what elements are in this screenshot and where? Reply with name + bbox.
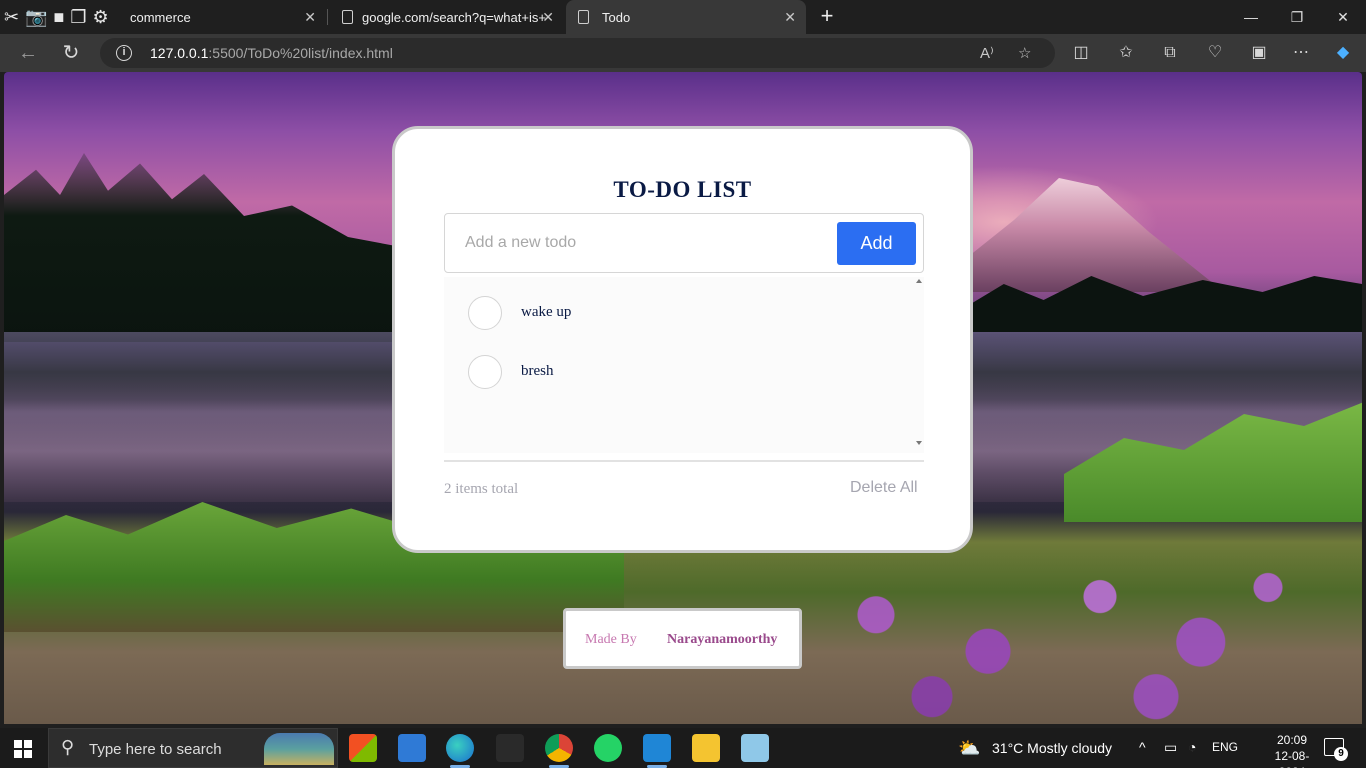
todo-input[interactable] xyxy=(446,215,831,271)
list-item[interactable]: wake up xyxy=(444,293,904,333)
camera-icon[interactable]: 📷 xyxy=(25,8,47,26)
notepad-icon[interactable] xyxy=(741,734,769,762)
tab-title: Todo xyxy=(602,9,631,25)
chrome-icon[interactable] xyxy=(545,734,573,768)
favorite-star-icon[interactable]: ☆ xyxy=(1018,44,1031,62)
tab-google-search[interactable]: google.com/search?q=what+is+ ✕ xyxy=(330,0,564,34)
close-tab-icon[interactable]: ✕ xyxy=(784,9,796,26)
weather-icon[interactable]: ⛅ xyxy=(958,738,980,759)
weather-text[interactable]: 31°C Mostly cloudy xyxy=(992,740,1112,756)
address-bar[interactable]: i 127.0.0.1:5500/ToDo%20list/index.html … xyxy=(100,38,1055,68)
page-icon xyxy=(578,10,589,24)
taskbar-search-placeholder: Type here to search xyxy=(89,741,222,758)
minimized-app-icon[interactable] xyxy=(496,734,524,762)
taskbar-search[interactable]: ⚲ Type here to search xyxy=(48,728,338,768)
copilot-icon[interactable]: ◆ xyxy=(1332,42,1354,64)
wifi-icon[interactable]: ◔ xyxy=(1188,739,1196,755)
complete-checkbox[interactable] xyxy=(468,296,502,330)
gear-icon[interactable]: ⚙ xyxy=(93,8,109,26)
search-icon: ⚲ xyxy=(61,737,75,757)
browser-tab-strip: ✂ 📷 ■ ❐ ⚙ commerce ✕ google.com/search?q… xyxy=(0,0,1366,34)
refresh-icon[interactable]: ↻ xyxy=(58,40,84,66)
file-explorer-icon[interactable] xyxy=(692,734,720,762)
background-trees xyxy=(4,153,404,342)
url-host: 127.0.0.1 xyxy=(150,45,209,61)
background-flowers xyxy=(764,542,1324,724)
tab-separator xyxy=(327,9,328,25)
divider xyxy=(444,460,924,462)
todo-item-text: bresh xyxy=(521,363,554,379)
close-tab-icon[interactable]: ✕ xyxy=(542,9,554,26)
add-button[interactable]: Add xyxy=(837,222,916,265)
todo-item-text: wake up xyxy=(521,304,572,320)
todo-input-group: Add xyxy=(444,213,924,273)
made-by-label: Made By xyxy=(585,632,637,647)
url-path: :5500/ToDo%20list/index.html xyxy=(208,45,393,61)
battery-icon[interactable]: ▭ xyxy=(1164,739,1177,756)
browser-essentials-icon[interactable]: ♡ xyxy=(1204,42,1226,64)
capture-toolbar: ✂ 📷 ■ ❐ ⚙ xyxy=(0,0,109,34)
more-menu-icon[interactable]: ⋯ xyxy=(1290,42,1312,64)
tray-expand-icon[interactable]: ^ xyxy=(1139,739,1146,755)
edge-icon[interactable] xyxy=(446,734,474,768)
whatsapp-icon[interactable] xyxy=(594,734,622,762)
windows-start-icon[interactable] xyxy=(14,740,32,758)
vscode-icon[interactable] xyxy=(643,734,671,768)
todo-card: TO-DO LIST Add wake up bresh 2 items tot… xyxy=(392,126,973,553)
close-window-button[interactable]: ✕ xyxy=(1320,0,1366,34)
info-icon[interactable]: i xyxy=(116,45,132,61)
language-indicator[interactable]: ENG xyxy=(1212,740,1238,754)
sidebar-icon[interactable]: ▣ xyxy=(1248,42,1270,64)
new-tab-button[interactable]: + xyxy=(817,5,837,27)
maximize-button[interactable]: ❐ xyxy=(1274,0,1320,34)
todo-list[interactable]: wake up bresh xyxy=(444,277,924,453)
clock-date: 12-08-2024 xyxy=(1274,749,1310,768)
browser-toolbar: ← ↻ i 127.0.0.1:5500/ToDo%20list/index.h… xyxy=(0,34,1366,72)
video-icon[interactable]: ■ xyxy=(54,8,65,26)
url-text[interactable]: 127.0.0.1:5500/ToDo%20list/index.html xyxy=(150,45,393,61)
windows-taskbar: ⚲ Type here to search ⛅ 31°C Mostly clou… xyxy=(0,728,1366,768)
copy-icon[interactable]: ❐ xyxy=(70,8,86,26)
mail-icon[interactable] xyxy=(398,734,426,762)
author-name: Narayanamoorthy xyxy=(667,632,778,647)
search-highlight-image xyxy=(264,733,334,765)
favorites-icon[interactable]: ✩ xyxy=(1115,42,1137,64)
read-aloud-icon[interactable]: A⁾ xyxy=(980,44,994,62)
delete-all-button[interactable]: Delete All xyxy=(850,479,918,497)
complete-checkbox[interactable] xyxy=(468,355,502,389)
tab-title: google.com/search?q=what+is+ xyxy=(362,9,546,25)
microsoft-store-icon[interactable] xyxy=(349,734,377,762)
minimize-button[interactable]: — xyxy=(1228,0,1274,34)
clock-time: 20:09 xyxy=(1276,733,1308,747)
back-arrow-icon[interactable]: ← xyxy=(15,40,41,66)
tab-title: commerce xyxy=(130,9,191,25)
made-by-badge: Made By Narayanamoorthy xyxy=(563,608,802,669)
taskbar-clock[interactable]: 20:09 12-08-2024 xyxy=(1262,732,1322,768)
tab-todo[interactable]: Todo ✕ xyxy=(566,0,806,34)
scroll-up-arrow[interactable] xyxy=(916,279,922,283)
scroll-down-arrow[interactable] xyxy=(916,441,922,445)
split-screen-icon[interactable]: ◫ xyxy=(1070,42,1092,64)
items-count: 2 items total xyxy=(444,481,519,497)
page-icon xyxy=(342,10,353,24)
list-item[interactable]: bresh xyxy=(444,352,904,392)
close-tab-icon[interactable]: ✕ xyxy=(304,9,316,26)
todo-title: TO-DO LIST xyxy=(613,177,752,202)
collections-icon[interactable]: ⧉ xyxy=(1159,42,1181,64)
notification-count: 9 xyxy=(1334,747,1348,761)
scissors-icon[interactable]: ✂ xyxy=(4,8,19,26)
